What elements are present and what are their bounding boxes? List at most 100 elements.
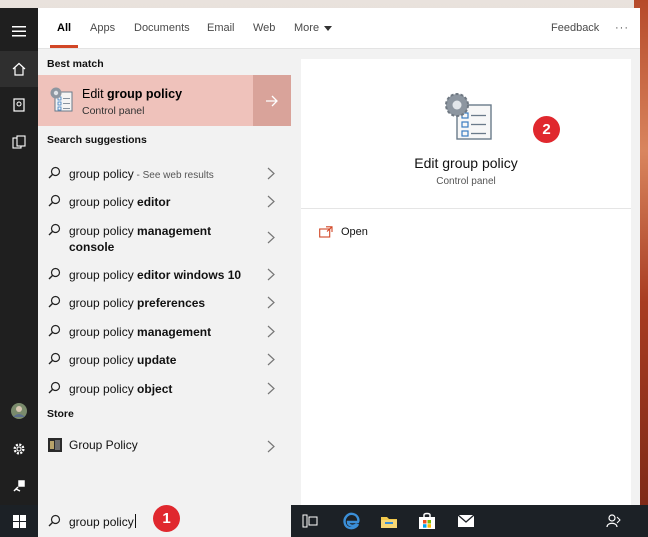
suggestion-text: group policy object — [69, 381, 259, 397]
suggestion-item[interactable]: group policy management console — [38, 215, 291, 259]
chevron-right-icon — [267, 382, 275, 395]
store-heading: Store — [47, 408, 74, 420]
divider — [301, 208, 631, 209]
preview-subtitle: Control panel — [436, 176, 496, 187]
search-icon — [48, 166, 61, 179]
tab-more[interactable]: More — [294, 8, 333, 49]
settings-gear-icon[interactable] — [0, 431, 38, 467]
store-bag-icon[interactable] — [408, 505, 446, 537]
people-icon[interactable] — [595, 505, 633, 537]
tab-web[interactable]: Web — [253, 8, 275, 49]
open-label: Open — [341, 226, 368, 238]
search-icon — [48, 267, 61, 280]
store-app-icon — [48, 438, 62, 452]
chevron-right-icon — [267, 268, 275, 281]
best-match-title-prefix: Edit — [82, 87, 108, 101]
documents-icon[interactable] — [0, 124, 38, 160]
suggestion-bold: object — [137, 382, 173, 396]
group-policy-app-icon — [50, 87, 73, 112]
best-match-title: Edit group policy — [82, 87, 182, 101]
active-tab-indicator — [50, 45, 78, 48]
chevron-right-icon — [267, 353, 275, 366]
feedback-link[interactable]: Feedback — [551, 8, 599, 49]
suggestion-item[interactable]: group policy preferences — [38, 287, 291, 317]
search-icon — [48, 194, 61, 207]
suggestion-text: group policy - See web results — [69, 166, 259, 184]
tab-apps[interactable]: Apps — [90, 8, 115, 49]
windows-logo-icon — [12, 514, 26, 528]
search-pane: All Apps Documents Email Web More Feedba… — [38, 8, 640, 505]
file-explorer-icon[interactable] — [370, 505, 408, 537]
suggestion-prefix: group policy — [69, 382, 138, 396]
suggestion-text: group policy management — [69, 324, 259, 340]
suggestion-prefix: group policy — [69, 167, 134, 181]
start-button[interactable] — [0, 505, 38, 537]
suggestion-text: group policy management console — [69, 223, 229, 255]
suggestion-bold: management — [137, 325, 212, 339]
suggestion-item[interactable]: group policy editor — [38, 186, 291, 216]
suggestion-prefix: group policy — [69, 353, 138, 367]
annotation-badge-2: 2 — [533, 116, 560, 143]
chevron-right-icon — [267, 440, 275, 453]
store-app-name: Group Policy — [69, 438, 138, 452]
suggestion-text: group policy update — [69, 352, 259, 368]
suggestion-bold: editor — [137, 195, 171, 209]
suggestion-prefix: group policy — [69, 268, 138, 282]
caret-down-icon — [324, 25, 333, 31]
chevron-right-icon — [267, 195, 275, 208]
feedback-hub-icon[interactable] — [0, 468, 38, 504]
search-suggestions-heading: Search suggestions — [47, 134, 147, 146]
search-icon — [48, 352, 61, 365]
tab-all[interactable]: All — [57, 8, 71, 49]
suggestion-prefix: group policy — [69, 296, 138, 310]
tab-documents[interactable]: Documents — [134, 8, 190, 49]
suggestion-text: group policy editor — [69, 194, 259, 210]
search-icon — [48, 514, 61, 527]
preview-panel: Edit group policy Control panel Open — [301, 59, 631, 505]
suggestion-bold: preferences — [137, 296, 206, 310]
search-icon — [48, 295, 61, 308]
see-web-results-label: - See web results — [133, 170, 214, 181]
filter-tab-bar: All Apps Documents Email Web More Feedba… — [38, 8, 640, 49]
chevron-right-icon — [267, 296, 275, 309]
suggestion-item[interactable]: group policy object — [38, 373, 291, 403]
suggestion-item[interactable]: group policy - See web results — [38, 158, 291, 188]
open-preview-arrow-button[interactable] — [253, 75, 291, 126]
more-options-icon[interactable]: ··· — [615, 8, 629, 49]
suggestion-bold: editor windows 10 — [137, 268, 242, 282]
preview-title: Edit group policy — [414, 155, 518, 171]
suggestion-text: group policy preferences — [69, 295, 259, 311]
suggestion-item[interactable]: group policy management — [38, 316, 291, 346]
home-icon[interactable] — [0, 51, 38, 87]
suggestion-prefix: group policy — [69, 325, 138, 339]
suggestion-item[interactable]: group policy editor windows 10 — [38, 259, 291, 289]
suggestion-prefix: group policy — [69, 195, 138, 209]
notebook-icon[interactable] — [0, 87, 38, 123]
hamburger-menu-icon[interactable] — [0, 13, 38, 49]
open-launch-icon — [319, 226, 333, 238]
group-policy-large-icon — [445, 93, 492, 140]
text-caret — [134, 514, 136, 528]
arrow-right-icon — [266, 95, 278, 106]
search-icon — [48, 223, 61, 236]
search-icon — [48, 324, 61, 337]
start-rail — [0, 8, 38, 505]
edge-browser-icon[interactable] — [332, 505, 370, 537]
tab-email[interactable]: Email — [207, 8, 235, 49]
chevron-right-icon — [267, 325, 275, 338]
annotation-badge-1: 1 — [153, 505, 180, 532]
suggestion-item[interactable]: group policy update — [38, 344, 291, 374]
suggestion-text: group policy editor windows 10 — [69, 267, 259, 283]
search-query-text[interactable]: group policy — [69, 514, 136, 529]
suggestion-bold: update — [137, 353, 177, 367]
search-icon — [48, 381, 61, 394]
chevron-right-icon — [267, 231, 275, 244]
store-app-item[interactable]: Group Policy — [38, 431, 291, 461]
mail-icon[interactable] — [447, 505, 485, 537]
chevron-right-icon — [267, 167, 275, 180]
suggestion-prefix: group policy — [69, 224, 138, 238]
user-avatar-icon[interactable] — [0, 393, 38, 429]
task-view-icon[interactable] — [291, 505, 329, 537]
best-match-title-bold: group policy — [107, 87, 183, 101]
best-match-heading: Best match — [47, 58, 104, 70]
